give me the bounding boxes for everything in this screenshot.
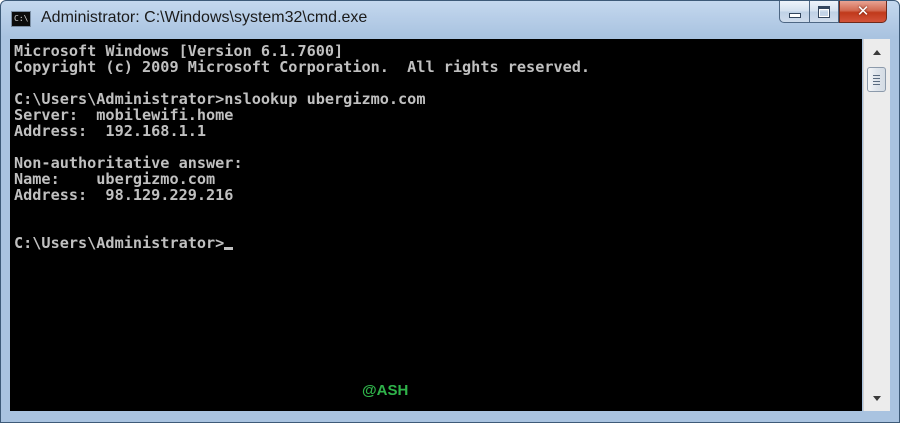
caption-buttons: ✕	[779, 1, 887, 23]
minimize-button[interactable]	[779, 1, 809, 23]
grip-line	[873, 77, 880, 79]
cmd-app-icon[interactable]: C:\	[11, 11, 31, 27]
console-line: Non-authoritative answer:	[14, 154, 243, 172]
scroll-up-button[interactable]	[864, 41, 890, 63]
grip-line	[873, 80, 880, 82]
scroll-up-arrow-icon	[873, 49, 881, 55]
scroll-down-arrow-icon	[873, 395, 881, 401]
grip-line	[873, 83, 880, 85]
console-prompt-line[interactable]: C:\Users\Administrator>	[14, 235, 590, 251]
window-title: Administrator: C:\Windows\system32\cmd.e…	[41, 9, 368, 26]
vertical-scrollbar[interactable]	[863, 39, 890, 411]
scroll-thumb[interactable]	[867, 67, 886, 92]
cmd-window: C:\ Administrator: C:\Windows\system32\c…	[0, 0, 900, 423]
close-button[interactable]: ✕	[839, 1, 887, 23]
close-icon: ✕	[856, 2, 870, 20]
console-output[interactable]: Microsoft Windows [Version 6.1.7600] Cop…	[10, 39, 862, 411]
console-line: Server: mobilewifi.home	[14, 106, 234, 124]
grip-line	[873, 74, 880, 76]
title-bar[interactable]: C:\ Administrator: C:\Windows\system32\c…	[1, 1, 899, 39]
prompt-text: C:\Users\Administrator>	[14, 234, 225, 252]
console-line: C:\Users\Administrator>nslookup ubergizm…	[14, 90, 426, 108]
console-lines: Microsoft Windows [Version 6.1.7600] Cop…	[14, 43, 590, 251]
console-line: Address: 98.129.229.216	[14, 186, 234, 204]
maximize-icon	[818, 5, 830, 18]
console-line: Copyright (c) 2009 Microsoft Corporation…	[14, 58, 591, 76]
minimize-icon	[788, 13, 801, 18]
console-line: Address: 192.168.1.1	[14, 122, 207, 140]
window-bottom-border[interactable]	[1, 411, 899, 422]
watermark: @ASH	[362, 382, 409, 399]
maximize-button[interactable]	[809, 1, 839, 23]
scroll-down-button[interactable]	[864, 387, 890, 409]
console-line: Microsoft Windows [Version 6.1.7600]	[14, 42, 344, 60]
text-cursor	[224, 247, 234, 250]
console-line: Name: ubergizmo.com	[14, 170, 216, 188]
